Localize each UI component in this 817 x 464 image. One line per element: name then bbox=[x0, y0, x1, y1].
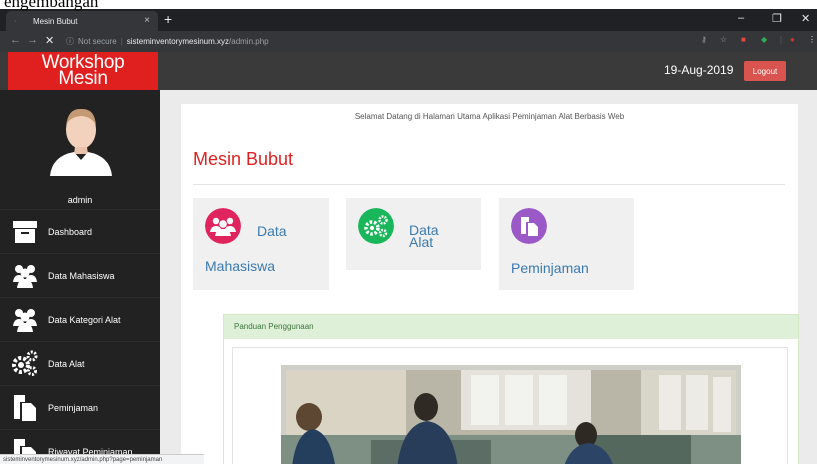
card-data-mahasiswa[interactable]: Data Mahasiswa bbox=[193, 198, 329, 290]
back-icon[interactable]: ← bbox=[10, 34, 21, 46]
users-icon bbox=[13, 265, 37, 288]
tab-title: Mesin Bubut bbox=[33, 16, 78, 26]
documents-icon bbox=[511, 208, 547, 244]
sidebar: admin Dashboard Data Mahasiswa Data Kate… bbox=[0, 90, 160, 464]
guide-panel-body bbox=[232, 347, 788, 464]
browser-status-url: sisteminventorymesinum.xyz/admin.php?pag… bbox=[0, 454, 204, 464]
main-content: Selamat Datang di Halaman Utama Aplikasi… bbox=[160, 90, 817, 464]
user-avatar-icon bbox=[50, 108, 112, 176]
browser-toolbar: ← → ✕ ⓘ Not secure | sisteminventorymesi… bbox=[0, 31, 817, 52]
gears-icon bbox=[358, 208, 394, 244]
brand-line2: Mesin bbox=[58, 68, 108, 89]
card-data-alat[interactable]: Data Alat bbox=[346, 198, 481, 270]
card-title-line2: Peminjaman bbox=[511, 260, 589, 276]
new-tab-button[interactable]: + bbox=[164, 11, 172, 27]
sidebar-item-data-alat[interactable]: Data Alat bbox=[0, 341, 160, 385]
document-caption-fragment: engembangan bbox=[4, 0, 99, 11]
content-panel: Selamat Datang di Halaman Utama Aplikasi… bbox=[181, 104, 799, 464]
sidebar-item-label: Data Kategori Alat bbox=[48, 314, 121, 325]
users-icon bbox=[205, 208, 241, 244]
card-title-line1: Data bbox=[257, 223, 287, 239]
workshop-photo bbox=[281, 365, 741, 464]
archive-box-icon bbox=[13, 221, 37, 243]
sidebar-item-label: Data Alat bbox=[48, 358, 85, 369]
menu-kebab-icon[interactable]: ⋮ bbox=[808, 35, 816, 44]
documents-icon bbox=[14, 395, 36, 421]
users-icon bbox=[13, 309, 37, 332]
sidebar-item-data-mahasiswa[interactable]: Data Mahasiswa bbox=[0, 253, 160, 297]
card-title-line2: Alat bbox=[409, 234, 434, 250]
stop-icon[interactable]: ✕ bbox=[45, 34, 54, 47]
tab-favicon-icon: · bbox=[14, 17, 17, 25]
sidebar-item-peminjaman[interactable]: Peminjaman bbox=[0, 385, 160, 429]
sidebar-item-label: Dashboard bbox=[48, 226, 93, 237]
page-title: Mesin Bubut bbox=[193, 149, 294, 169]
sidebar-item-label: Peminjaman bbox=[48, 402, 99, 413]
url-path: /admin.php bbox=[229, 37, 269, 46]
extension-icon[interactable]: ◆ bbox=[761, 35, 767, 44]
brand-logo[interactable]: Workshop Mesin bbox=[8, 52, 158, 90]
divider bbox=[193, 184, 785, 185]
user-name: admin bbox=[67, 195, 93, 205]
app-header: Workshop Mesin 19-Aug-2019 Logout bbox=[0, 52, 817, 90]
gears-icon bbox=[12, 350, 38, 376]
minimize-icon[interactable]: – bbox=[738, 12, 744, 24]
extension-opera-icon[interactable]: ● bbox=[790, 35, 795, 44]
extension-abp-icon[interactable]: ■ bbox=[741, 35, 746, 44]
welcome-text: Selamat Datang di Halaman Utama Aplikasi… bbox=[354, 112, 625, 121]
address-bar[interactable]: ⓘ Not secure | sisteminventorymesinum.xy… bbox=[66, 34, 269, 49]
card-peminjaman[interactable]: Peminjaman bbox=[499, 198, 634, 290]
browser-tab[interactable]: · Mesin Bubut × bbox=[6, 11, 158, 31]
forward-icon[interactable]: → bbox=[27, 34, 38, 46]
sidebar-item-dashboard[interactable]: Dashboard bbox=[0, 209, 160, 253]
browser-tab-strip: · Mesin Bubut × + – ❐ ✕ bbox=[0, 9, 817, 31]
card-title-line2: Mahasiswa bbox=[205, 258, 276, 274]
window-close-icon[interactable]: ✕ bbox=[801, 12, 810, 25]
sidebar-item-data-kategori-alat[interactable]: Data Kategori Alat bbox=[0, 297, 160, 341]
info-icon: ⓘ bbox=[66, 37, 74, 46]
maximize-icon[interactable]: ❐ bbox=[772, 12, 782, 25]
tab-close-icon[interactable]: × bbox=[144, 15, 150, 26]
key-icon[interactable]: ⚷ bbox=[701, 35, 707, 44]
current-date: 19-Aug-2019 bbox=[664, 63, 734, 77]
guide-panel: Panduan Penggunaan bbox=[223, 314, 799, 464]
url-host: sisteminventorymesinum.xyz bbox=[126, 37, 230, 46]
sidebar-item-label: Data Mahasiswa bbox=[48, 270, 115, 281]
not-secure-label: Not secure bbox=[78, 37, 117, 46]
logout-button[interactable]: Logout bbox=[744, 61, 786, 81]
bookmark-star-icon[interactable]: ☆ bbox=[720, 35, 727, 44]
guide-panel-heading: Panduan Penggunaan bbox=[224, 315, 798, 339]
